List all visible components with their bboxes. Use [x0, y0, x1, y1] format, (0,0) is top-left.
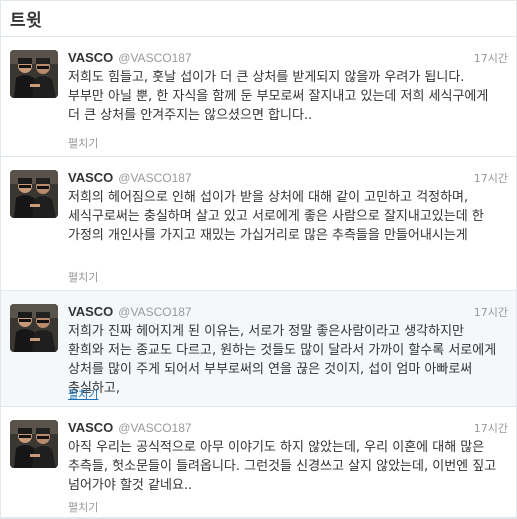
avatar[interactable] — [10, 420, 58, 468]
avatar-photo-icon — [10, 50, 58, 98]
author-handle[interactable]: @VASCO187 — [118, 51, 191, 65]
author-name[interactable]: VASCO — [68, 304, 113, 319]
tweet-text: 저희가 진짜 헤어지게 된 이유는, 서로가 정말 좋은사람이라고 생각하지만 … — [68, 324, 497, 396]
tweet-item[interactable]: VASCO @VASCO187 17시간 저희가 진짜 헤어지게 된 이유는, … — [1, 291, 516, 407]
page-title: 트윗 — [10, 11, 43, 31]
tweet-item[interactable]: VASCO @VASCO187 17시간 아직 우리는 공식적으로 아무 이야기… — [1, 407, 516, 518]
tweet-feed: VASCO @VASCO187 17시간 저희도 힘들고, 훗날 섭이가 더 큰… — [1, 37, 516, 518]
tweet-text: 아직 우리는 공식적으로 아무 이야기도 하지 않았는데, 우리 이혼에 대해 … — [68, 440, 497, 493]
avatar-photo-icon — [10, 304, 58, 352]
tweet-item[interactable]: VASCO @VASCO187 17시간 저희의 헤어짐으로 인해 섭이가 받을… — [1, 157, 516, 291]
author-name[interactable]: VASCO — [68, 420, 113, 435]
author-name[interactable]: VASCO — [68, 170, 113, 185]
tweet-text: 저희의 헤어짐으로 인해 섭이가 받을 상처에 대해 같이 고민하고 걱정하며,… — [68, 190, 484, 243]
timeline-header: 트윗 — [1, 1, 516, 37]
tweet-header: VASCO @VASCO187 17시간 — [68, 420, 508, 436]
avatar-photo-icon — [10, 420, 58, 468]
tweet-timeline: 트윗 VASCO @VASCO187 17시간 저희도 힘들고, 훗날 섭이가 … — [0, 0, 517, 519]
tweet-timestamp[interactable]: 17시간 — [474, 50, 508, 66]
expand-link[interactable]: 펼치기 — [68, 135, 98, 151]
expand-link[interactable]: 펼치기 — [68, 499, 98, 515]
tweet-header: VASCO @VASCO187 17시간 — [68, 170, 508, 186]
avatar[interactable] — [10, 170, 58, 218]
tweet-text: 저희도 힘들고, 훗날 섭이가 더 큰 상처를 받게되지 않을까 우려가 됩니다… — [68, 70, 489, 123]
author-handle[interactable]: @VASCO187 — [118, 171, 191, 185]
author-name[interactable]: VASCO — [68, 50, 113, 65]
avatar[interactable] — [10, 50, 58, 98]
tweet-header: VASCO @VASCO187 17시간 — [68, 304, 508, 320]
avatar-photo-icon — [10, 170, 58, 218]
tweet-item[interactable]: VASCO @VASCO187 17시간 저희도 힘들고, 훗날 섭이가 더 큰… — [1, 37, 516, 157]
expand-link[interactable]: 펼치기 — [68, 269, 98, 285]
author-handle[interactable]: @VASCO187 — [118, 305, 191, 319]
tweet-timestamp[interactable]: 17시간 — [474, 420, 508, 436]
tweet-header: VASCO @VASCO187 17시간 — [68, 50, 508, 66]
avatar[interactable] — [10, 304, 58, 352]
tweet-timestamp[interactable]: 17시간 — [474, 170, 508, 186]
expand-link[interactable]: 펼치기 — [68, 386, 98, 402]
author-handle[interactable]: @VASCO187 — [118, 421, 191, 435]
tweet-timestamp[interactable]: 17시간 — [474, 304, 508, 320]
